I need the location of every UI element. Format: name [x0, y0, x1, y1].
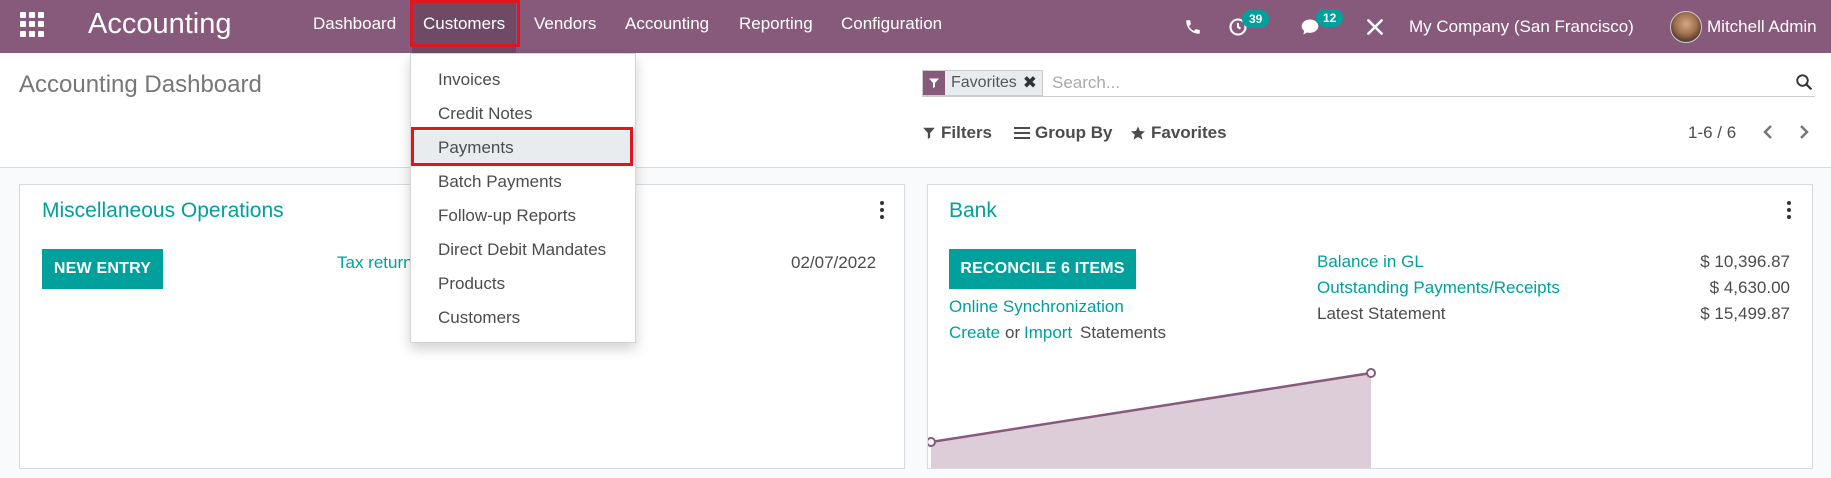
filter-facet-icon: [923, 71, 945, 95]
star-icon: [1131, 126, 1145, 140]
dropdown-item-payments[interactable]: Payments: [411, 131, 635, 165]
search-icon[interactable]: [1795, 73, 1815, 93]
menu-customers[interactable]: Customers: [412, 0, 517, 53]
pager-value[interactable]: 1-6 / 6: [1688, 123, 1736, 143]
pager-next-icon[interactable]: [1794, 121, 1814, 143]
filter-icon: [923, 127, 935, 139]
outstanding-payments-link[interactable]: Outstanding Payments/Receipts: [1317, 278, 1560, 298]
menu-reporting[interactable]: Reporting: [739, 0, 813, 53]
activity-icon[interactable]: [1228, 0, 1248, 53]
favorites-button[interactable]: Favorites: [1130, 123, 1227, 143]
card-options-icon[interactable]: [877, 199, 887, 221]
create-statement-link[interactable]: Create: [949, 323, 1000, 343]
balance-gl-link[interactable]: Balance in GL: [1317, 252, 1424, 272]
dropdown-item-direct-debit-mandates[interactable]: Direct Debit Mandates: [411, 233, 635, 267]
bank-balance-graph: [928, 368, 1376, 468]
search-facet: Favorites ✖: [922, 70, 1044, 96]
new-entry-button[interactable]: NEW ENTRY: [42, 249, 163, 289]
favorites-label: Favorites: [1151, 123, 1227, 142]
search-input[interactable]: [1052, 70, 1772, 96]
customers-dropdown-menu: Invoices Credit Notes Payments Batch Pay…: [410, 53, 636, 343]
pager-previous-icon[interactable]: [1758, 121, 1778, 143]
apps-menu-icon[interactable]: [20, 12, 45, 37]
card-options-icon[interactable]: [1784, 199, 1794, 221]
debug-tools-icon[interactable]: [1365, 0, 1385, 53]
misc-card-title[interactable]: Miscellaneous Operations: [42, 199, 284, 223]
graph-point: [1366, 368, 1376, 378]
menu-dashboard[interactable]: Dashboard: [313, 0, 396, 53]
statements-text: Statements: [1080, 323, 1166, 342]
bank-card-title[interactable]: Bank: [949, 199, 997, 223]
facet-label: Favorites: [951, 74, 1017, 91]
company-switcher[interactable]: My Company (San Francisco): [1409, 0, 1634, 53]
menu-configuration[interactable]: Configuration: [841, 0, 942, 53]
latest-statement-amount: $ 15,499.87: [1700, 304, 1790, 323]
dropdown-item-products[interactable]: Products: [411, 267, 635, 301]
menu-vendors[interactable]: Vendors: [534, 0, 596, 53]
filters-label: Filters: [941, 123, 993, 142]
top-navbar: Accounting Dashboard Customers Vendors A…: [0, 0, 1831, 53]
user-menu[interactable]: Mitchell Admin: [1707, 0, 1817, 53]
bank-card: Bank RECONCILE 6 ITEMS Online Synchroniz…: [927, 184, 1813, 469]
reconcile-button[interactable]: RECONCILE 6 ITEMS: [949, 249, 1136, 289]
tax-return-date: 02/07/2022: [791, 253, 877, 272]
search-bar: Favorites ✖: [922, 67, 1815, 97]
messages-count-badge: 12: [1316, 9, 1344, 27]
messages-icon[interactable]: [1300, 0, 1320, 53]
dropdown-item-follow-up-reports[interactable]: Follow-up Reports: [411, 199, 635, 233]
outstanding-payments-amount: $ 4,630.00: [1709, 278, 1790, 297]
groupby-label: Group By: [1035, 123, 1113, 142]
import-statement-link[interactable]: Import: [1024, 323, 1072, 343]
phone-icon[interactable]: [1184, 0, 1202, 53]
dropdown-item-credit-notes[interactable]: Credit Notes: [411, 97, 635, 131]
dropdown-item-customers[interactable]: Customers: [411, 301, 635, 335]
filters-button[interactable]: Filters: [922, 123, 992, 143]
app-brand[interactable]: Accounting: [88, 5, 232, 43]
or-text: or: [1005, 323, 1021, 342]
page-title: Accounting Dashboard: [19, 71, 262, 98]
tax-return-link[interactable]: Tax return: [337, 253, 413, 273]
online-sync-link[interactable]: Online Synchronization: [949, 297, 1124, 317]
avatar[interactable]: [1670, 0, 1702, 53]
facet-remove-icon[interactable]: ✖: [1021, 71, 1042, 95]
list-icon: [1014, 127, 1030, 139]
balance-gl-amount: $ 10,396.87: [1700, 252, 1790, 271]
menu-accounting[interactable]: Accounting: [625, 0, 709, 53]
dropdown-item-batch-payments[interactable]: Batch Payments: [411, 165, 635, 199]
graph-point: [928, 437, 936, 447]
latest-statement-label: Latest Statement: [1317, 304, 1446, 323]
groupby-button[interactable]: Group By: [1014, 123, 1112, 143]
dropdown-item-invoices[interactable]: Invoices: [411, 63, 635, 97]
graph-area: [931, 373, 1371, 468]
control-panel: Accounting Dashboard Favorites ✖ Filters…: [0, 53, 1831, 168]
activity-count-badge: 39: [1242, 10, 1270, 28]
